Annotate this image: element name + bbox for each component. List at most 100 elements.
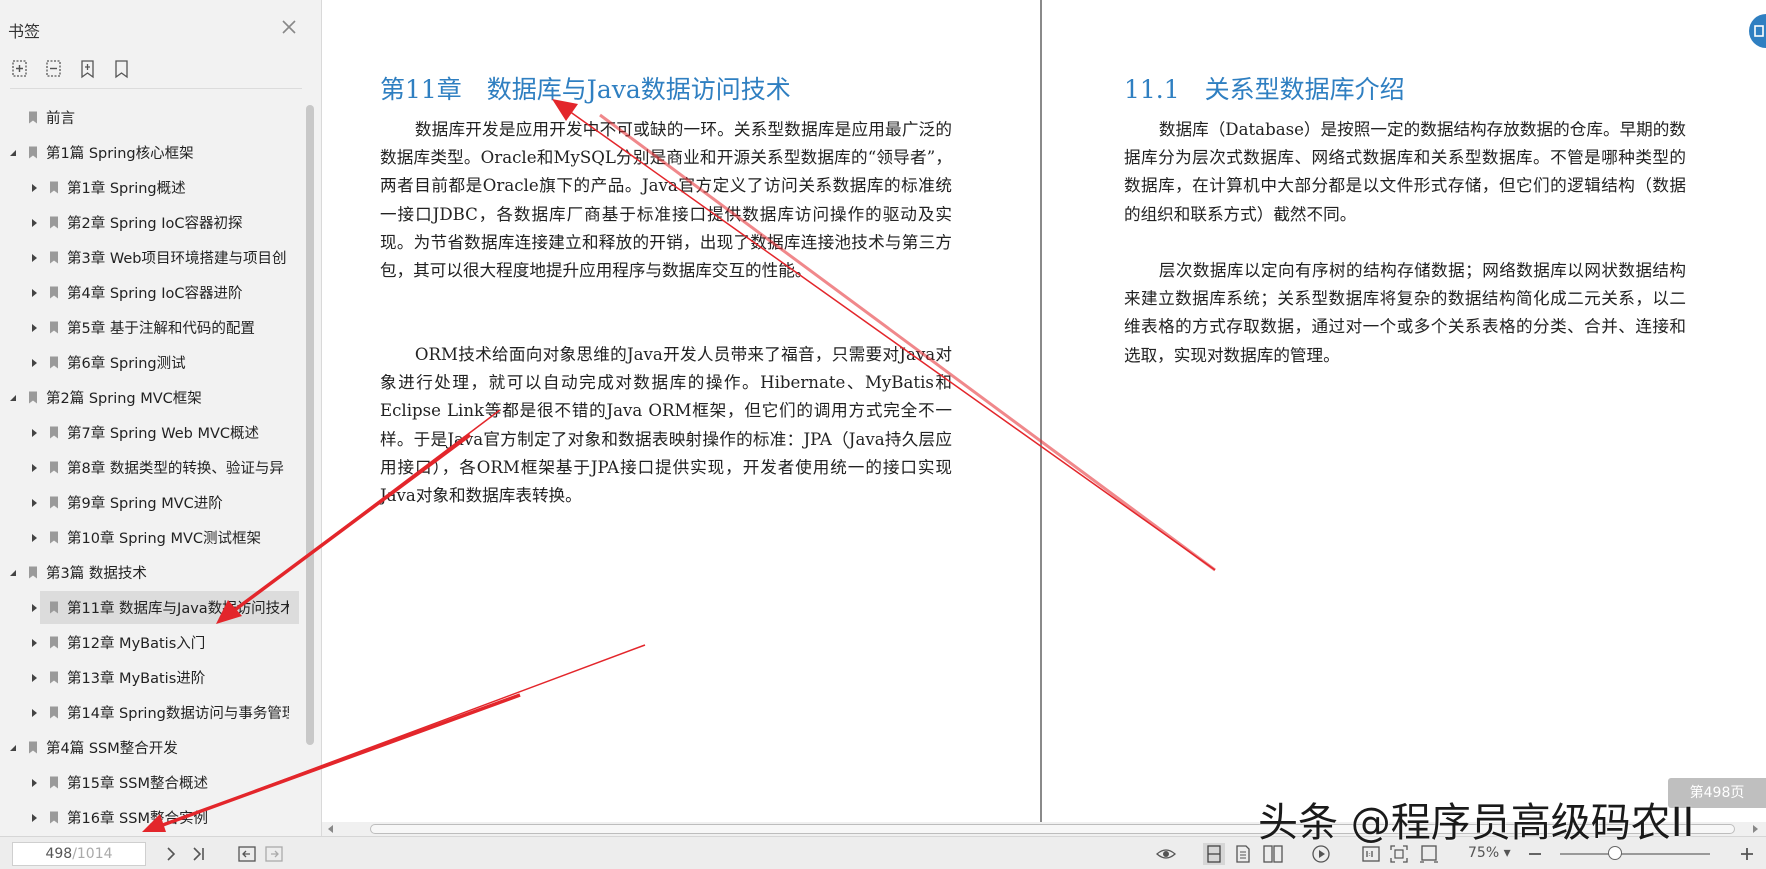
- page-divider: [1040, 0, 1042, 822]
- bookmark-item[interactable]: 第4篇 SSM整合开发: [0, 730, 306, 765]
- bookmark-icon: [50, 496, 58, 509]
- expand-triangle-icon[interactable]: [29, 603, 39, 613]
- expand-triangle-icon[interactable]: [29, 778, 39, 788]
- add-bookmark-icon[interactable]: [10, 58, 30, 80]
- sidebar-scrollbar[interactable]: [306, 105, 314, 745]
- bookmark-label: 第1篇 Spring核心框架: [46, 146, 194, 162]
- bookmark-icon: [50, 181, 58, 194]
- bookmark-item[interactable]: 第6章 Spring测试: [0, 345, 306, 380]
- bookmark-label: 第4篇 SSM整合开发: [46, 741, 178, 757]
- sidebar-divider: [10, 88, 302, 89]
- bookmark-label: 第5章 基于注解和代码的配置: [67, 321, 255, 337]
- zoom-in-icon[interactable]: [1736, 843, 1758, 865]
- bookmark-label: 第1章 Spring概述: [67, 181, 186, 197]
- next-page-icon[interactable]: [160, 843, 182, 865]
- bookmark-label: 第10章 Spring MVC测试框架: [67, 531, 262, 547]
- bookmark-item[interactable]: 第2篇 Spring MVC框架: [0, 380, 306, 415]
- chapter-title: 第11章 数据库与Java数据访问技术: [380, 75, 791, 104]
- bookmark-icon: [50, 671, 58, 684]
- expand-triangle-icon[interactable]: [29, 183, 39, 193]
- bookmark-item[interactable]: 第2章 Spring IoC容器初探: [0, 205, 306, 240]
- bookmark-item[interactable]: 第11章 数据库与Java数据访问技术: [0, 590, 306, 625]
- expand-triangle-icon[interactable]: [29, 218, 39, 228]
- expand-triangle-icon[interactable]: [29, 708, 39, 718]
- zoom-slider-knob[interactable]: [1608, 846, 1622, 860]
- scroll-right-icon[interactable]: [1750, 824, 1760, 834]
- bookmark-icon: [50, 216, 58, 229]
- scroll-left-icon[interactable]: [326, 824, 336, 834]
- bookmark-item[interactable]: 第14章 Spring数据访问与事务管理: [0, 695, 306, 730]
- section-title: 11.1 关系型数据库介绍: [1124, 75, 1405, 104]
- bookmark-icon: [50, 321, 58, 334]
- bookmark-icon: [50, 811, 58, 824]
- bookmark-label: 第4章 Spring IoC容器进阶: [67, 286, 243, 302]
- bookmark-sidebar: 书签 前言 第1篇 Spring核心框架 第1章 Spring概述 第2章 Sp…: [0, 0, 322, 836]
- bookmark-item[interactable]: 第4章 Spring IoC容器进阶: [0, 275, 306, 310]
- expand-triangle-icon[interactable]: [29, 253, 39, 263]
- current-page: 498: [45, 846, 73, 862]
- bookmark-label: 第6章 Spring测试: [67, 356, 186, 372]
- bookmark-item[interactable]: 第8章 数据类型的转换、验证与异: [0, 450, 306, 485]
- remove-bookmark-icon[interactable]: [44, 58, 64, 80]
- bookmark-item[interactable]: 第10章 Spring MVC测试框架: [0, 520, 306, 555]
- bookmark-icon: [29, 111, 37, 124]
- collapse-triangle-icon[interactable]: [8, 568, 18, 578]
- bookmark-icon: [50, 356, 58, 369]
- bookmark-item[interactable]: 第1章 Spring概述: [0, 170, 306, 205]
- expand-triangle-icon[interactable]: [29, 463, 39, 473]
- forward-icon[interactable]: [263, 843, 285, 865]
- bookmark-label: 第13章 MyBatis进阶: [67, 671, 206, 687]
- bookmark-icon: [29, 146, 37, 159]
- close-icon[interactable]: [278, 16, 300, 38]
- eye-icon[interactable]: [1155, 843, 1177, 865]
- watermark: 头条 @程序员高级码农II: [1258, 800, 1695, 846]
- bookmark-item[interactable]: 第13章 MyBatis进阶: [0, 660, 306, 695]
- last-page-icon[interactable]: [188, 843, 210, 865]
- bookmark-item[interactable]: 第15章 SSM整合概述: [0, 765, 306, 800]
- expand-triangle-icon[interactable]: [29, 428, 39, 438]
- bookmark-item[interactable]: 前言: [0, 100, 306, 135]
- bookmark-icon: [29, 391, 37, 404]
- bookmark-item[interactable]: 第3篇 数据技术: [0, 555, 306, 590]
- sidebar-header: 书签: [0, 0, 322, 56]
- bookmark-item[interactable]: 第12章 MyBatis入门: [0, 625, 306, 660]
- expand-triangle-icon[interactable]: [29, 533, 39, 543]
- bookmark-label: 第7章 Spring Web MVC概述: [67, 426, 260, 442]
- expand-triangle-icon[interactable]: [29, 498, 39, 508]
- bookmark-item[interactable]: 第3章 Web项目环境搭建与项目创: [0, 240, 306, 275]
- bookmark-label: 第12章 MyBatis入门: [67, 636, 206, 652]
- bookmark-label: 第11章 数据库与Java数据访问技术: [67, 601, 289, 617]
- expand-triangle-icon[interactable]: [29, 638, 39, 648]
- sidebar-toolbar: [10, 58, 132, 88]
- zoom-slider[interactable]: [1560, 853, 1710, 855]
- bookmark-label: 第16章 SSM整合实例: [67, 811, 208, 827]
- right-paragraph-1: 数据库（Database）是按照一定的数据结构存放数据的仓库。早期的数据库分为层…: [1124, 120, 1686, 224]
- bookmark-item[interactable]: 第16章 SSM整合实例: [0, 800, 306, 835]
- collapse-triangle-icon[interactable]: [8, 148, 18, 158]
- collapse-triangle-icon[interactable]: [8, 743, 18, 753]
- single-page-icon[interactable]: [1203, 843, 1225, 865]
- expand-triangle-icon[interactable]: [29, 323, 39, 333]
- bookmark-icon: [29, 741, 37, 754]
- bookmark-item[interactable]: 第7章 Spring Web MVC概述: [0, 415, 306, 450]
- expand-triangle-icon[interactable]: [29, 358, 39, 368]
- bookmark-tree: 前言第1篇 Spring核心框架第1章 Spring概述第2章 Spring I…: [0, 100, 306, 835]
- bookmark-label: 第3章 Web项目环境搭建与项目创: [67, 251, 287, 267]
- bookmark-item[interactable]: 第1篇 Spring核心框架: [0, 135, 306, 170]
- expand-triangle-icon[interactable]: [29, 813, 39, 823]
- bookmark-icon[interactable]: [112, 58, 132, 80]
- bookmark-label: 前言: [46, 111, 75, 127]
- bookmark-item[interactable]: 第9章 Spring MVC进阶: [0, 485, 306, 520]
- expand-triangle-icon[interactable]: [29, 673, 39, 683]
- bookmark-item[interactable]: 第5章 基于注解和代码的配置: [0, 310, 306, 345]
- bookmark-icon: [50, 706, 58, 719]
- page-number-input[interactable]: 498/1014: [12, 842, 146, 866]
- collapse-triangle-icon[interactable]: [8, 393, 18, 403]
- continuous-page-icon[interactable]: [1232, 843, 1254, 865]
- bookmark-up-icon[interactable]: [78, 58, 98, 80]
- back-icon[interactable]: [236, 843, 258, 865]
- expand-triangle-icon[interactable]: [29, 288, 39, 298]
- pdf-reader-window: 书签 前言 第1篇 Spring核心框架 第1章 Spring概述 第2章 Sp…: [0, 0, 1766, 869]
- total-pages: /1014: [72, 846, 113, 862]
- floating-tool-icon[interactable]: [1744, 14, 1766, 48]
